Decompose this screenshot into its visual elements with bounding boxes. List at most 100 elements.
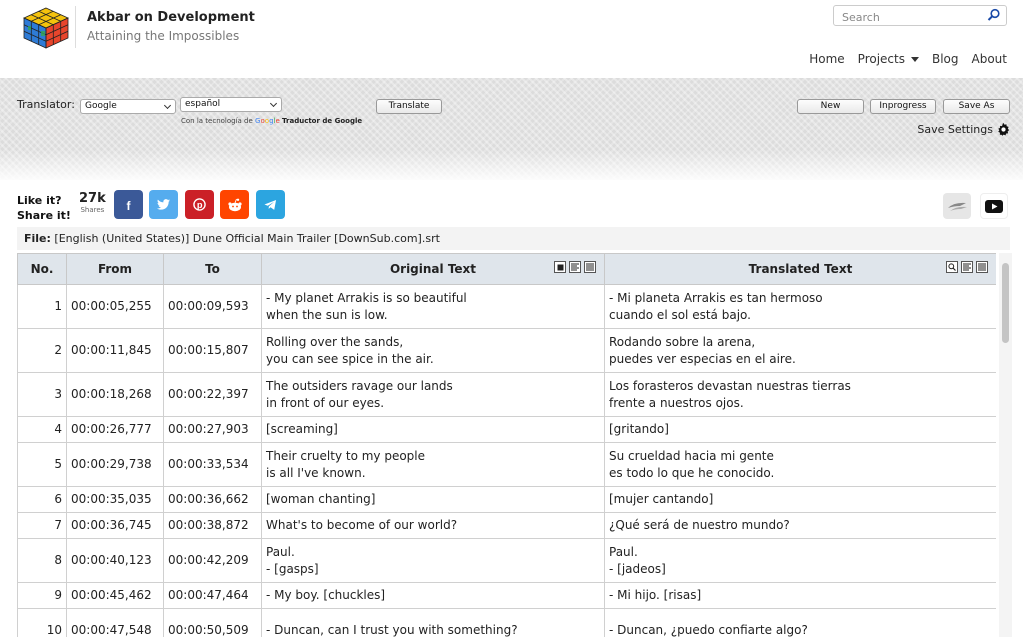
translator-engine-value: Google	[85, 101, 117, 111]
table-row[interactable]: 6 00:00:35,035 00:00:36,662 [woman chant…	[17, 486, 996, 513]
cell-to: 00:00:27,903	[163, 416, 262, 443]
cell-translated[interactable]: - Mi planeta Arrakis es tan hermoso cuan…	[604, 284, 996, 329]
align-justify-icon[interactable]	[976, 261, 988, 273]
site-title[interactable]: Akbar on Development	[87, 10, 255, 25]
select-all-icon[interactable]	[554, 261, 566, 273]
table-row[interactable]: 9 00:00:45,462 00:00:47,464 - My boy. [c…	[17, 582, 996, 609]
cell-from: 00:00:40,123	[66, 538, 164, 583]
cell-original[interactable]: [woman chanting]	[261, 486, 605, 513]
table-row[interactable]: 1 00:00:05,255 00:00:09,593 - My planet …	[17, 284, 996, 329]
nav-projects-label: Projects	[857, 52, 905, 66]
cell-from: 00:00:18,268	[66, 372, 164, 417]
chevron-down-icon	[269, 99, 278, 108]
save-settings-label: Save Settings	[917, 123, 993, 136]
save-settings-link[interactable]: Save Settings	[917, 123, 1010, 136]
language-select[interactable]: español	[180, 97, 282, 112]
table-row[interactable]: 3 00:00:18,268 00:00:22,397 The outsider…	[17, 372, 996, 417]
search-input[interactable]	[840, 8, 984, 27]
youtube-button[interactable]	[980, 193, 1008, 219]
nav-projects[interactable]: Projects	[858, 52, 919, 66]
caret-down-icon	[910, 57, 919, 62]
cell-translated[interactable]: ¿Qué será de nuestro mundo?	[604, 512, 996, 539]
nav-home[interactable]: Home	[809, 52, 844, 66]
gear-icon	[998, 123, 1010, 136]
table-row[interactable]: 2 00:00:11,845 00:00:15,807 Rolling over…	[17, 328, 996, 373]
language-value: español	[185, 99, 221, 109]
rubiks-cube-logo-icon[interactable]	[20, 6, 72, 50]
site-header: Akbar on Development Attaining the Impos…	[0, 0, 1023, 78]
share-count-number: 27k	[79, 191, 106, 206]
cell-translated[interactable]: [gritando]	[604, 416, 996, 443]
powered-by-prefix: Con la tecnología de	[181, 117, 253, 125]
inprogress-button[interactable]: Inprogress	[870, 99, 936, 114]
google-translate-icon[interactable]	[943, 193, 971, 219]
align-justify-icon[interactable]	[584, 261, 596, 273]
cell-original[interactable]: [screaming]	[261, 416, 605, 443]
cell-original[interactable]: - My boy. [chuckles]	[261, 582, 605, 609]
cell-translated[interactable]: Rodando sobre la arena, puedes ver espec…	[604, 328, 996, 373]
cell-no: 8	[17, 538, 67, 583]
search-icon[interactable]	[946, 261, 958, 273]
nav-about[interactable]: About	[972, 52, 1007, 66]
table-row[interactable]: 8 00:00:40,123 00:00:42,209 Paul. - [gas…	[17, 538, 996, 583]
table-row[interactable]: 10 00:00:47,548 00:00:50,509 - Duncan, c…	[17, 608, 996, 637]
align-left-icon[interactable]	[961, 261, 973, 273]
powered-by-google: Con la tecnología de Google Traductor de…	[181, 117, 362, 125]
search-icon[interactable]	[987, 8, 1001, 22]
cell-original[interactable]: Their cruelty to my people is all I've k…	[261, 442, 605, 487]
cell-original[interactable]: - My planet Arrakis is so beautiful when…	[261, 284, 605, 329]
translator-label: Translator:	[17, 98, 75, 111]
reddit-share-button[interactable]	[220, 190, 249, 219]
cell-no: 5	[17, 442, 67, 487]
table-row[interactable]: 7 00:00:36,745 00:00:38,872 What's to be…	[17, 512, 996, 539]
table-row[interactable]: 4 00:00:26,777 00:00:27,903 [screaming] …	[17, 416, 996, 443]
cell-to: 00:00:09,593	[163, 284, 262, 329]
cell-translated[interactable]: - Duncan, ¿puedo confiarte algo?	[604, 608, 996, 637]
search-box	[833, 5, 1007, 27]
powered-by-suffix: Traductor de Google	[282, 117, 363, 125]
telegram-share-button[interactable]	[256, 190, 285, 219]
align-left-icon[interactable]	[569, 261, 581, 273]
cell-original[interactable]: The outsiders ravage our lands in front …	[261, 372, 605, 417]
header-original: Original Text	[261, 253, 605, 285]
pinterest-share-button[interactable]: p	[185, 190, 214, 219]
cell-original[interactable]: Rolling over the sands, you can see spic…	[261, 328, 605, 373]
share-count: 27k Shares	[79, 191, 106, 215]
nav-blog[interactable]: Blog	[932, 52, 959, 66]
share-label-line2: Share it!	[17, 209, 71, 222]
new-button[interactable]: New	[797, 99, 864, 114]
translator-engine-select[interactable]: Google	[80, 99, 176, 114]
cell-translated[interactable]: [mujer cantando]	[604, 486, 996, 513]
translated-header-tools	[946, 261, 988, 273]
cell-to: 00:00:36,662	[163, 486, 262, 513]
twitter-share-button[interactable]	[149, 190, 178, 219]
header-original-label: Original Text	[389, 262, 477, 276]
svg-text:p: p	[197, 200, 203, 210]
main-nav: Home Projects Blog About	[809, 52, 1007, 66]
cell-no: 2	[17, 328, 67, 373]
cell-translated[interactable]: - Mi hijo. [risas]	[604, 582, 996, 609]
header-no: No.	[17, 253, 67, 285]
subtitle-table-container: No. From To Original Text Translated Tex…	[17, 253, 996, 637]
share-count-label: Shares	[80, 206, 105, 214]
cell-no: 3	[17, 372, 67, 417]
cell-no: 6	[17, 486, 67, 513]
cell-original[interactable]: - Duncan, can I trust you with something…	[261, 608, 605, 637]
cell-translated[interactable]: Los forasteros devastan nuestras tierras…	[604, 372, 996, 417]
header-translated-label: Translated Text	[748, 262, 853, 276]
cell-no: 4	[17, 416, 67, 443]
share-label-line1: Like it?	[17, 194, 62, 207]
twitter-icon	[157, 199, 170, 210]
cell-no: 10	[17, 608, 67, 637]
translate-button[interactable]: Translate	[376, 99, 442, 114]
cell-translated[interactable]: Paul. - [jadeos]	[604, 538, 996, 583]
cell-original[interactable]: What's to become of our world?	[261, 512, 605, 539]
cell-translated[interactable]: Su crueldad hacia mi gente es todo lo qu…	[604, 442, 996, 487]
table-scrollbar[interactable]	[999, 253, 1012, 637]
save-as-button[interactable]: Save As	[943, 99, 1010, 114]
facebook-icon: f	[126, 199, 131, 211]
table-row[interactable]: 5 00:00:29,738 00:00:33,534 Their cruelt…	[17, 442, 996, 487]
facebook-share-button[interactable]: f	[114, 190, 143, 219]
cell-original[interactable]: Paul. - [gasps]	[261, 538, 605, 583]
scrollbar-thumb[interactable]	[1002, 263, 1009, 343]
